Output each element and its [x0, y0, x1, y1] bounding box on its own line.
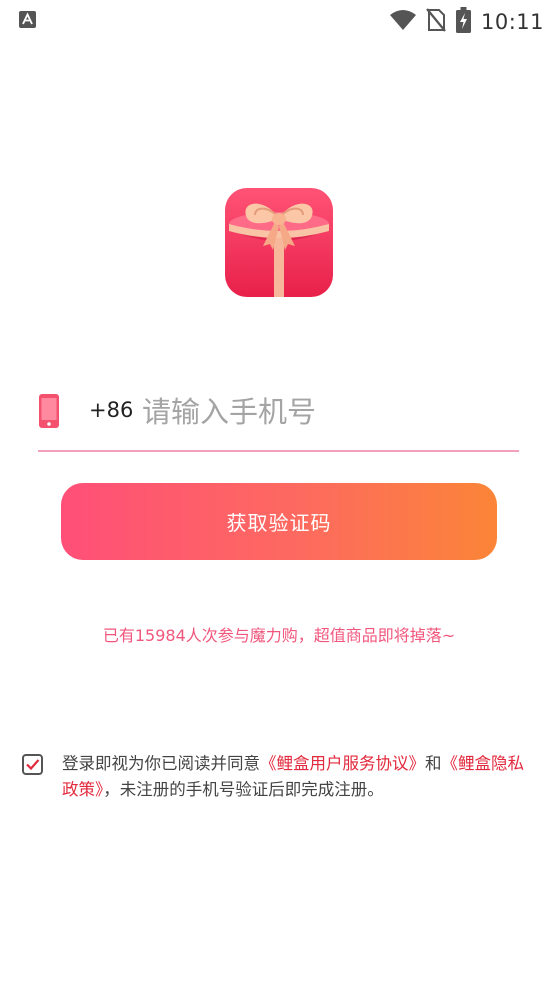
phone-input-row: +86	[38, 384, 519, 452]
country-code[interactable]: +86	[89, 398, 133, 422]
agreement-prefix: 登录即视为你已阅读并同意	[62, 754, 260, 773]
checkmark-icon	[26, 759, 40, 771]
agreement-text: 登录即视为你已阅读并同意《鲤盒用户服务协议》和《鲤盒隐私政策》，未注册的手机号验…	[62, 751, 532, 803]
get-verification-code-button[interactable]: 获取验证码	[61, 483, 497, 560]
gift-box-icon	[225, 188, 333, 297]
smartphone-icon	[39, 394, 59, 432]
wifi-icon	[389, 9, 416, 35]
battery-charging-icon	[455, 7, 471, 37]
clock-time: 10:11	[480, 10, 544, 34]
no-sim-icon	[426, 8, 446, 36]
user-agreement-link[interactable]: 《鲤盒用户服务协议》	[260, 754, 425, 773]
agreement-conjunction: 和	[425, 754, 442, 773]
agreement-checkbox[interactable]	[22, 754, 43, 775]
agreement-suffix: ，未注册的手机号验证后即完成注册。	[103, 780, 384, 799]
participation-promo-text: 已有15984人次参与魔力购，超值商品即将掉落~	[102, 626, 456, 645]
notification-a-icon	[19, 11, 36, 32]
status-bar: 10:11	[0, 0, 558, 40]
phone-number-input[interactable]	[142, 390, 502, 434]
